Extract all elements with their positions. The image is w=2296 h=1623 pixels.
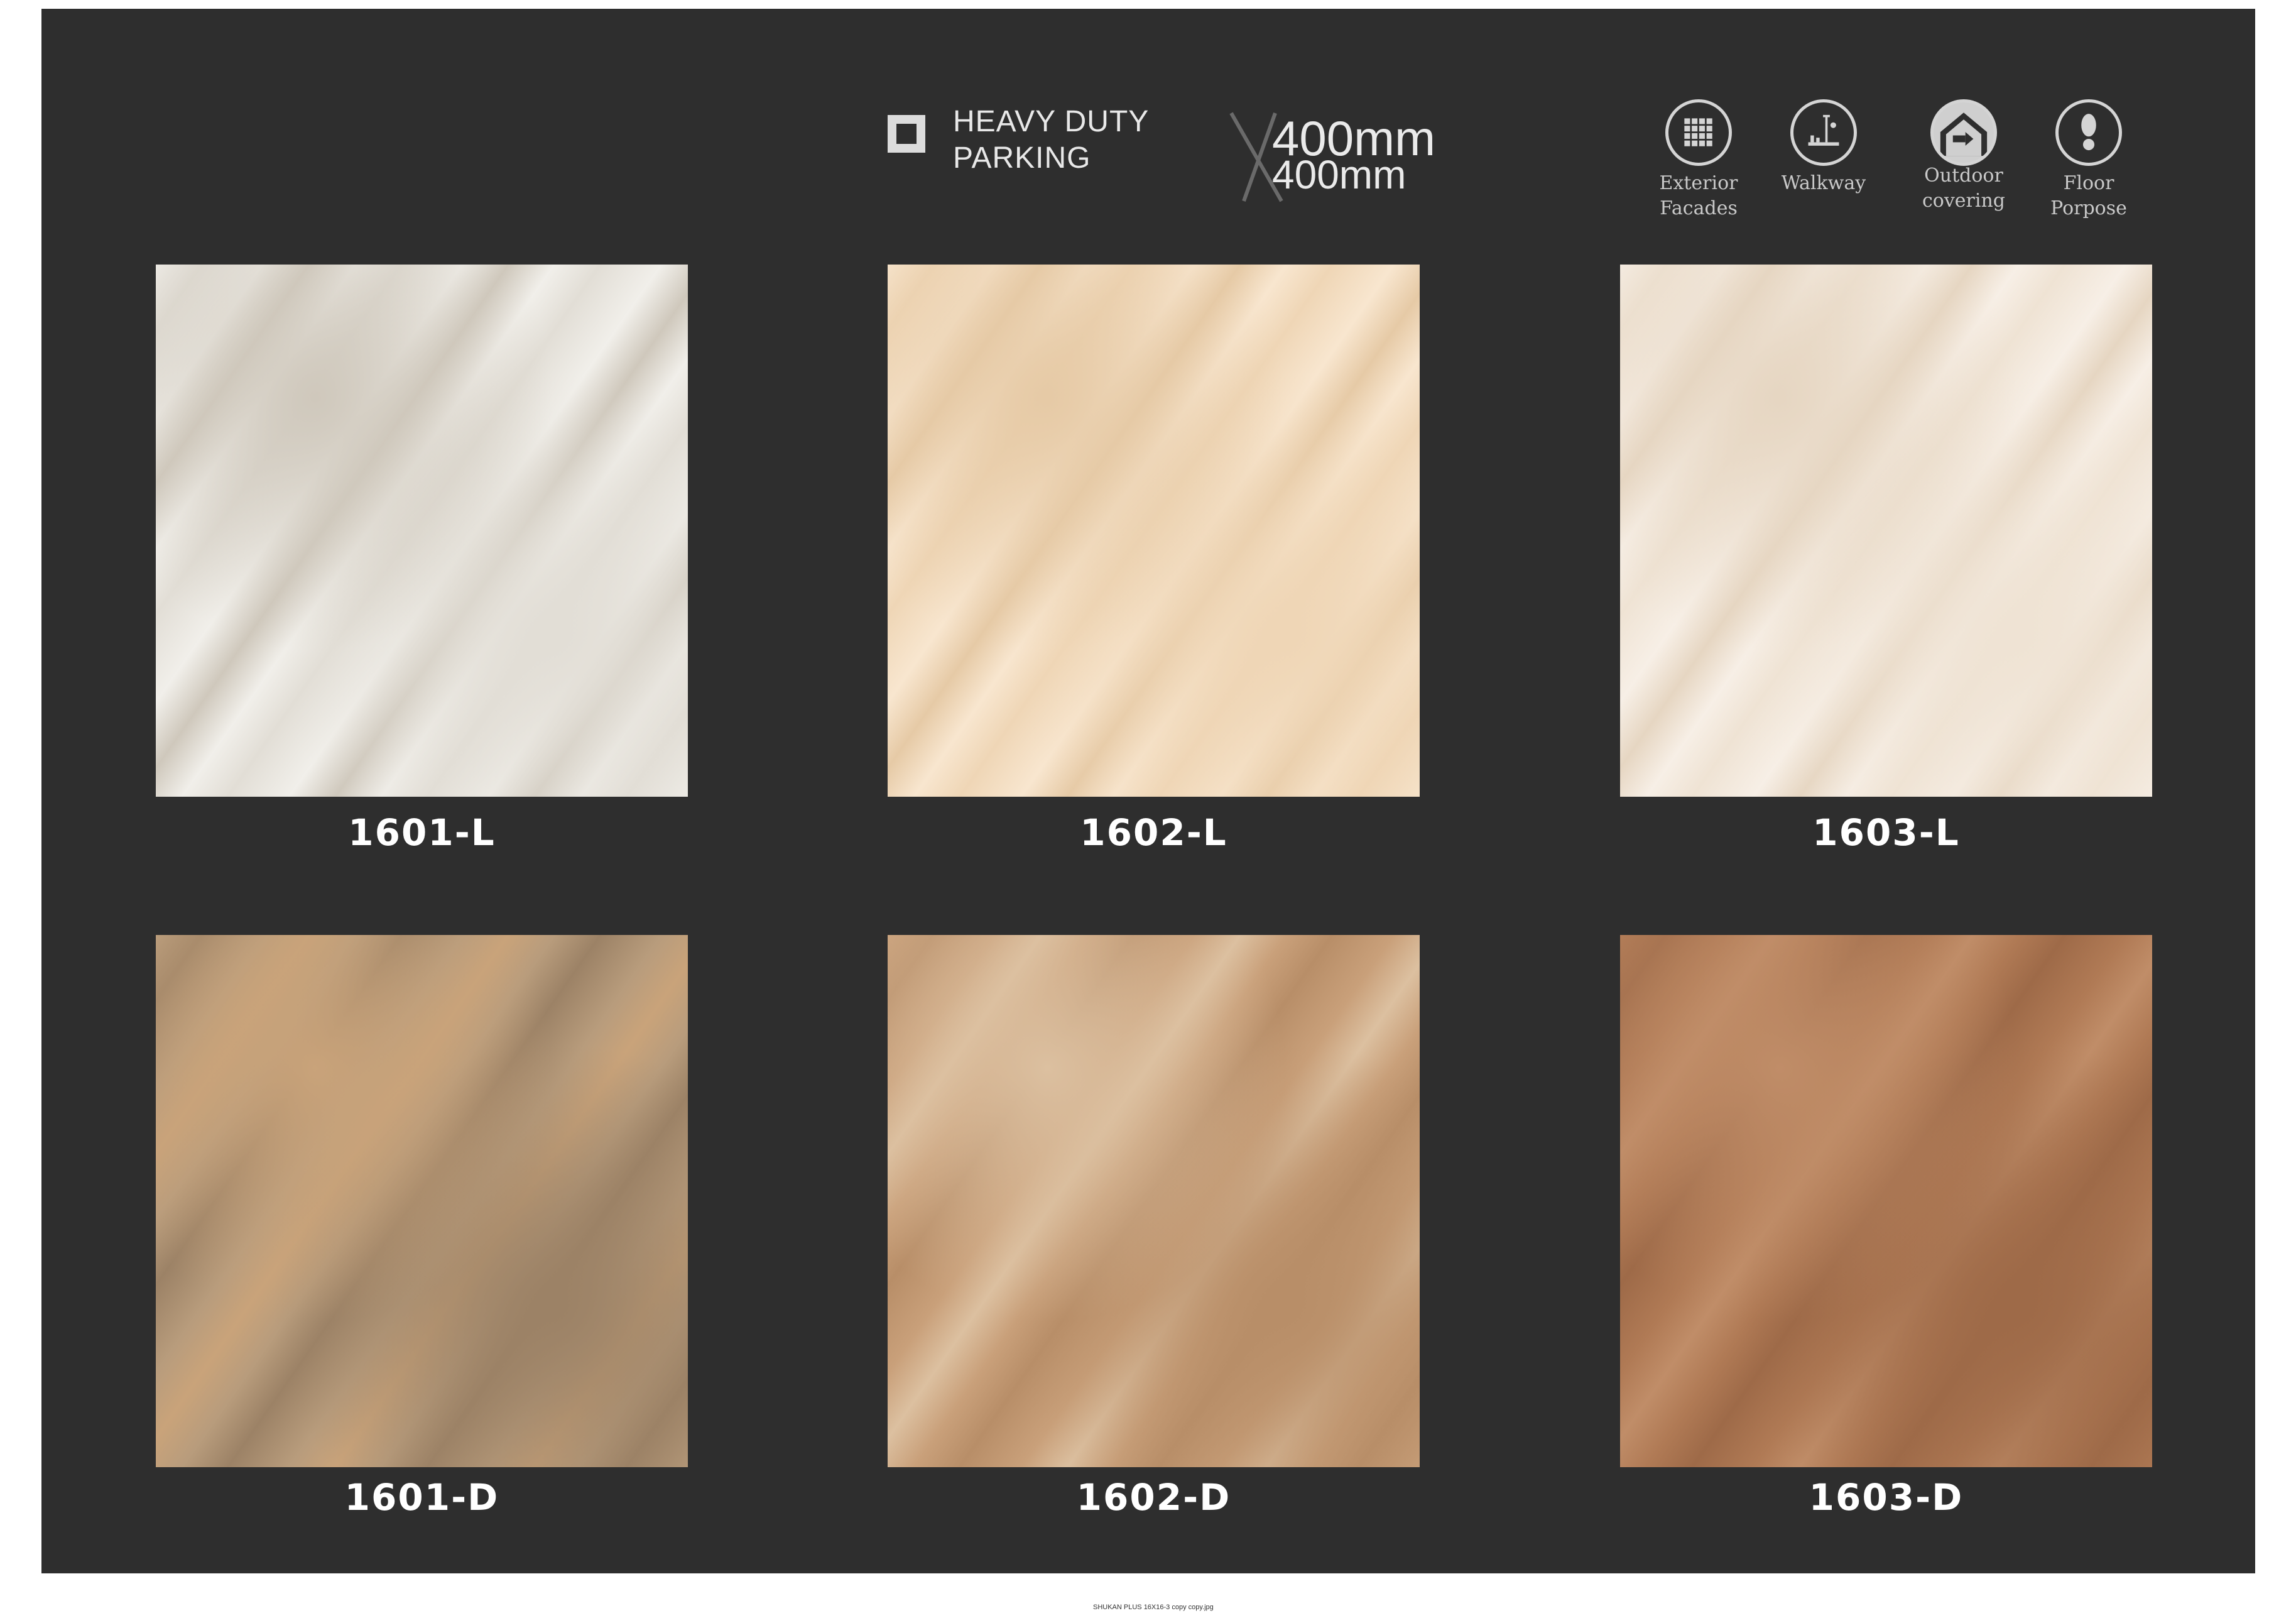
footprint-icon: [2055, 99, 2122, 166]
tile-image-1601-L: [156, 265, 688, 797]
walkway-icon: [1790, 99, 1857, 166]
outdoor-covering-icon: [1930, 99, 1997, 166]
tile-code-1603-D: 1603-D: [1809, 1476, 1964, 1519]
tile-code-1602-D: 1602-D: [1076, 1476, 1231, 1519]
feature-line-1: HEAVY DUTY: [953, 105, 1150, 138]
usage-exterior-facades: Exterior Facades: [1636, 99, 1761, 221]
file-name-note: SHUKAN PLUS 16X16-3 copy copy.jpg: [1093, 1604, 1214, 1611]
tile-code-1602-L: 1602-L: [1080, 811, 1227, 854]
tile-code-1601-L: 1601-L: [348, 811, 496, 854]
usage-label: Exterior Facades: [1659, 172, 1738, 219]
usage-floor-purpose: Floor Porpose: [2026, 99, 2152, 221]
tile-image-1603-D: [1620, 935, 2152, 1467]
feature-line-2: PARKING: [953, 141, 1091, 175]
usage-label: Floor Porpose: [2050, 172, 2127, 219]
tile-image-1603-L: [1620, 265, 2152, 797]
tile-code-1603-L: 1603-L: [1812, 811, 1960, 854]
size-height: 400mm: [1272, 152, 1406, 197]
usage-label: Walkway: [1781, 172, 1866, 194]
usage-label: Outdoor covering: [1922, 165, 2006, 212]
tile-image-1602-L: [888, 265, 1420, 797]
usage-outdoor-covering: Outdoor covering: [1901, 99, 2027, 214]
tile-image-1602-D: [888, 935, 1420, 1467]
tile-image-1601-D: [156, 935, 688, 1467]
usage-walkway: Walkway: [1761, 99, 1886, 196]
tile-code-1601-D: 1601-D: [344, 1476, 499, 1519]
square-outline-icon: [888, 115, 925, 153]
feature-text: HEAVY DUTY PARKING: [953, 104, 1149, 177]
grid-icon: [1665, 99, 1732, 166]
